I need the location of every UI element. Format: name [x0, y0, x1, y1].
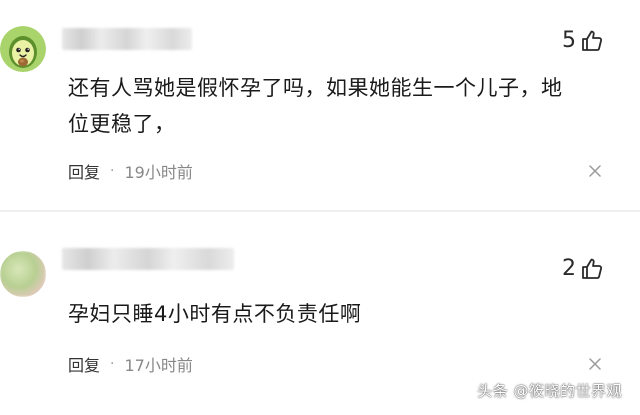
like-count: 5: [562, 28, 576, 53]
separator-dot: ·: [110, 356, 115, 372]
close-icon[interactable]: [588, 357, 602, 371]
reply-button[interactable]: 回复: [68, 159, 100, 183]
divider: [0, 210, 640, 212]
comment-text-line: 位更稳了，: [68, 112, 176, 136]
avatar[interactable]: [0, 26, 46, 72]
comment-text-line: 孕妇只睡4小时有点不负责任啊: [68, 302, 362, 326]
comment-time: 19小时前: [124, 163, 193, 182]
like-button[interactable]: 5: [562, 28, 604, 53]
username-blurred[interactable]: [62, 248, 234, 270]
comment-text-line: 还有人骂她是假怀孕了吗，如果她能生一个儿子，地: [68, 76, 563, 100]
reply-button[interactable]: 回复: [68, 352, 100, 376]
watermark: 头条 @筱晓的世界观: [477, 382, 622, 400]
thumbs-up-icon: [582, 30, 603, 51]
comment-meta: 回复 · 19小时前: [68, 159, 193, 183]
comment-text: 孕妇只睡4小时有点不负责任啊: [68, 296, 608, 332]
avatar[interactable]: [0, 251, 46, 297]
separator-dot: ·: [110, 163, 115, 179]
username-blurred[interactable]: [62, 28, 192, 50]
comment-text: 还有人骂她是假怀孕了吗，如果她能生一个儿子，地 位更稳了，: [68, 70, 608, 142]
comment-meta: 回复 · 17小时前: [68, 352, 193, 376]
thumbs-up-icon: [582, 258, 603, 279]
like-count: 2: [562, 256, 576, 281]
like-button[interactable]: 2: [562, 256, 604, 281]
comment-item: 5 还有人骂她是假怀孕了吗，如果她能生一个儿子，地 位更稳了， 回复 · 19小…: [0, 0, 640, 210]
comment-time: 17小时前: [124, 356, 193, 375]
avocado-icon: [0, 26, 46, 72]
blurred-avatar: [0, 251, 46, 297]
close-icon[interactable]: [588, 164, 602, 178]
comment-list: 5 还有人骂她是假怀孕了吗，如果她能生一个儿子，地 位更稳了， 回复 · 19小…: [0, 0, 640, 415]
